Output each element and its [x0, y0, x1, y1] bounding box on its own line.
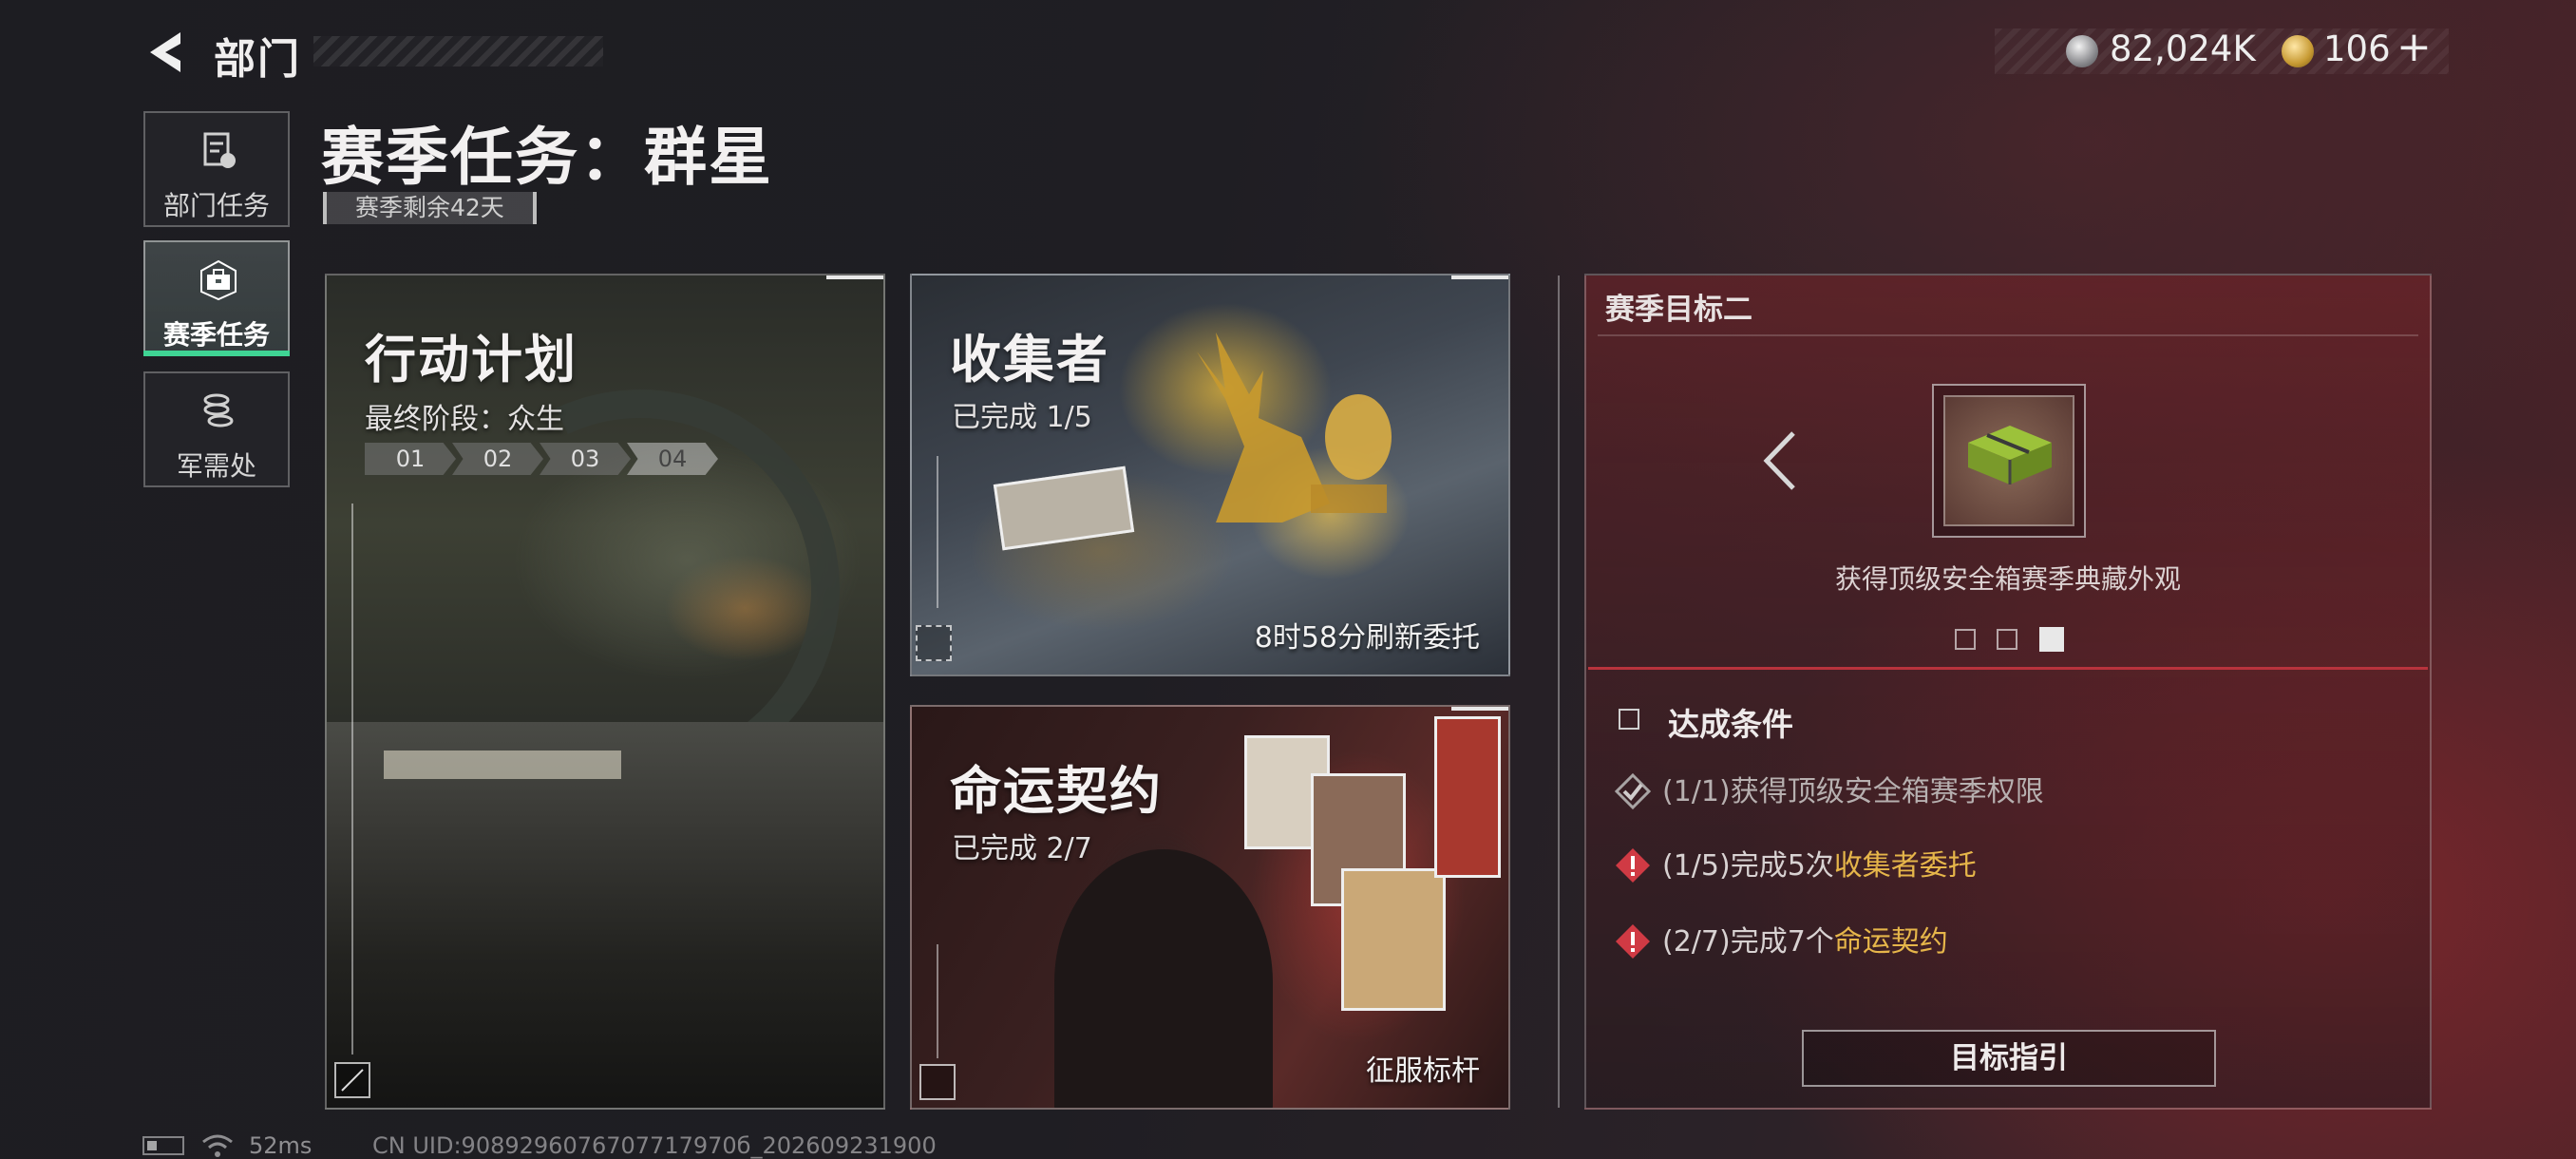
coins-stack-icon — [203, 393, 234, 428]
warning-icon — [1616, 924, 1650, 959]
user-uid: CN UID:9089296076707717970б_202609231900 — [372, 1132, 937, 1159]
briefcase-icon — [200, 259, 237, 301]
page-indicator-3-active[interactable] — [2039, 627, 2064, 652]
stage-step-current: 04 — [627, 443, 718, 475]
conditions-bullet-icon — [1619, 709, 1639, 730]
corner-marker-icon — [919, 1064, 956, 1100]
expand-icon — [334, 1062, 370, 1098]
card-title: 收集者 — [950, 330, 1109, 390]
condition-link: 收集者委托 — [1833, 849, 1977, 883]
page-indicator-1[interactable] — [1955, 629, 1976, 650]
corner-marker-icon — [916, 625, 952, 661]
sidebar-item-label: 军需处 — [176, 450, 256, 482]
chevron-left-icon — [1763, 431, 1795, 490]
divider — [1598, 334, 2418, 336]
header-decoration — [313, 36, 603, 66]
active-tab-indicator — [143, 351, 290, 356]
completed-check-icon — [1615, 773, 1651, 809]
building-illustration — [327, 722, 883, 1108]
gold-coin-icon — [2282, 35, 2314, 67]
sidebar-item-quartermaster[interactable]: 军需处 — [143, 371, 290, 487]
building-windows — [384, 750, 621, 779]
battery-level — [147, 1141, 157, 1150]
season-remaining-badge: 赛季剩余42天 — [323, 192, 537, 224]
panel-divider — [1558, 276, 1560, 1108]
sidebar-item-season-tasks[interactable]: 赛季任务 — [143, 240, 290, 356]
stage-step: 02 — [452, 443, 543, 475]
header-title: 部门 — [214, 35, 301, 84]
divider-accent — [1588, 667, 2428, 670]
card-subtitle: 已完成 2/7 — [952, 832, 1092, 865]
reward-caption: 获得顶级安全箱赛季典藏外观 — [1834, 563, 2181, 595]
add-currency-button[interactable]: + — [2396, 23, 2432, 71]
collector-card[interactable]: 收集者 已完成 1/5 8时58分刷新委托 — [910, 274, 1510, 676]
sidebar-item-label: 部门任务 — [162, 190, 270, 221]
clipboard-icon — [203, 132, 236, 168]
safe-box-icon — [1968, 426, 2052, 484]
refresh-timer: 8时58分刷新委托 — [1254, 621, 1480, 655]
certificate-illustration — [993, 466, 1135, 551]
condition-link: 命运契约 — [1833, 925, 1948, 959]
page-indicator-2[interactable] — [1997, 629, 2017, 650]
goal-guide-button[interactable]: 目标指引 — [1802, 1030, 2216, 1087]
sidebar-item-label: 赛季任务 — [162, 319, 270, 351]
warning-icon — [1616, 848, 1650, 883]
card-title: 命运契约 — [950, 761, 1163, 821]
wanted-poster — [1434, 716, 1501, 878]
silver-coin-icon — [2066, 35, 2098, 67]
conditions-title: 达成条件 — [1668, 706, 1793, 743]
gold-currency-value: 106 — [2323, 28, 2391, 69]
stage-step: 01 — [365, 443, 456, 475]
card-footer-label: 征服标杆 — [1366, 1054, 1480, 1088]
card-title: 行动计划 — [365, 330, 578, 390]
hooded-figure-illustration — [1054, 849, 1273, 1108]
silver-currency-value: 82,024K — [2110, 28, 2256, 69]
ping-value: 52ms — [249, 1132, 313, 1159]
card-subtitle: 最终阶段：众生 — [365, 403, 564, 436]
condition-text: (1/1)获得顶级安全箱赛季权限 — [1662, 775, 2044, 808]
goal-title: 赛季目标二 — [1605, 293, 1752, 327]
golden-deer-illustration — [1197, 332, 1392, 522]
card-subtitle: 已完成 1/5 — [952, 401, 1092, 434]
back-button[interactable] — [142, 27, 190, 78]
fate-contract-card[interactable]: 命运契约 已完成 2/7 征服标杆 — [910, 705, 1510, 1110]
wanted-poster — [1341, 868, 1446, 1011]
page-title: 赛季任务：群星 — [321, 121, 773, 194]
back-arrow-icon — [150, 32, 180, 72]
stage-step: 03 — [540, 443, 631, 475]
previous-goal-button[interactable] — [1757, 428, 1805, 494]
condition-text: (2/7)完成7个命运契约 — [1662, 925, 1948, 959]
sidebar-item-department-tasks[interactable]: 部门任务 — [143, 111, 290, 227]
condition-text: (1/5)完成5次收集者委托 — [1662, 849, 1977, 883]
wifi-icon — [202, 1134, 233, 1157]
action-plan-card[interactable]: 行动计划 最终阶段：众生 01 02 03 04 — [325, 274, 885, 1110]
